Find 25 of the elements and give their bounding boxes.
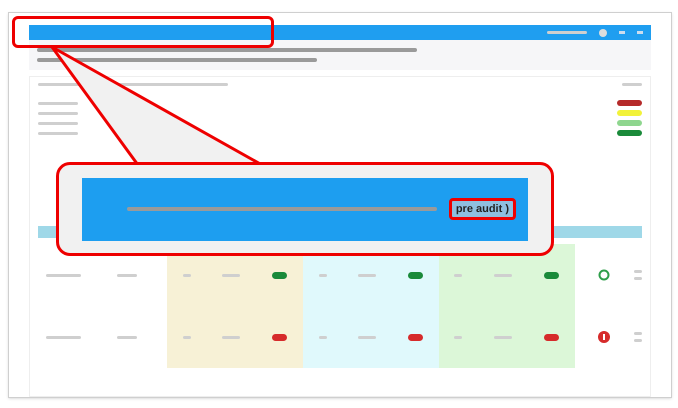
blurred-text bbox=[358, 274, 376, 276]
error-icon bbox=[598, 331, 610, 343]
blurred-text bbox=[182, 336, 191, 338]
blurred-text bbox=[454, 336, 462, 338]
blurred-text bbox=[46, 274, 81, 276]
blurred-text bbox=[454, 274, 462, 276]
blurred-text bbox=[494, 274, 512, 276]
blurred-text bbox=[222, 336, 240, 338]
blurred-text bbox=[117, 274, 138, 276]
blurred-text bbox=[622, 83, 642, 86]
blurred-text bbox=[222, 274, 240, 276]
blurred-text bbox=[38, 112, 78, 114]
blurred-text bbox=[547, 31, 587, 34]
blurred-text bbox=[38, 132, 78, 134]
audit-label: pre audit ) bbox=[448, 198, 516, 220]
blurred-text bbox=[38, 102, 78, 104]
blurred-text bbox=[182, 274, 191, 276]
avatar bbox=[599, 28, 607, 36]
blurred-text bbox=[358, 336, 376, 338]
blurred-text bbox=[117, 336, 138, 338]
blurred-text bbox=[38, 122, 78, 124]
blurred-text bbox=[494, 336, 512, 338]
blurred-text bbox=[318, 274, 327, 276]
blurred-text bbox=[318, 336, 327, 338]
blurred-text bbox=[46, 336, 81, 338]
